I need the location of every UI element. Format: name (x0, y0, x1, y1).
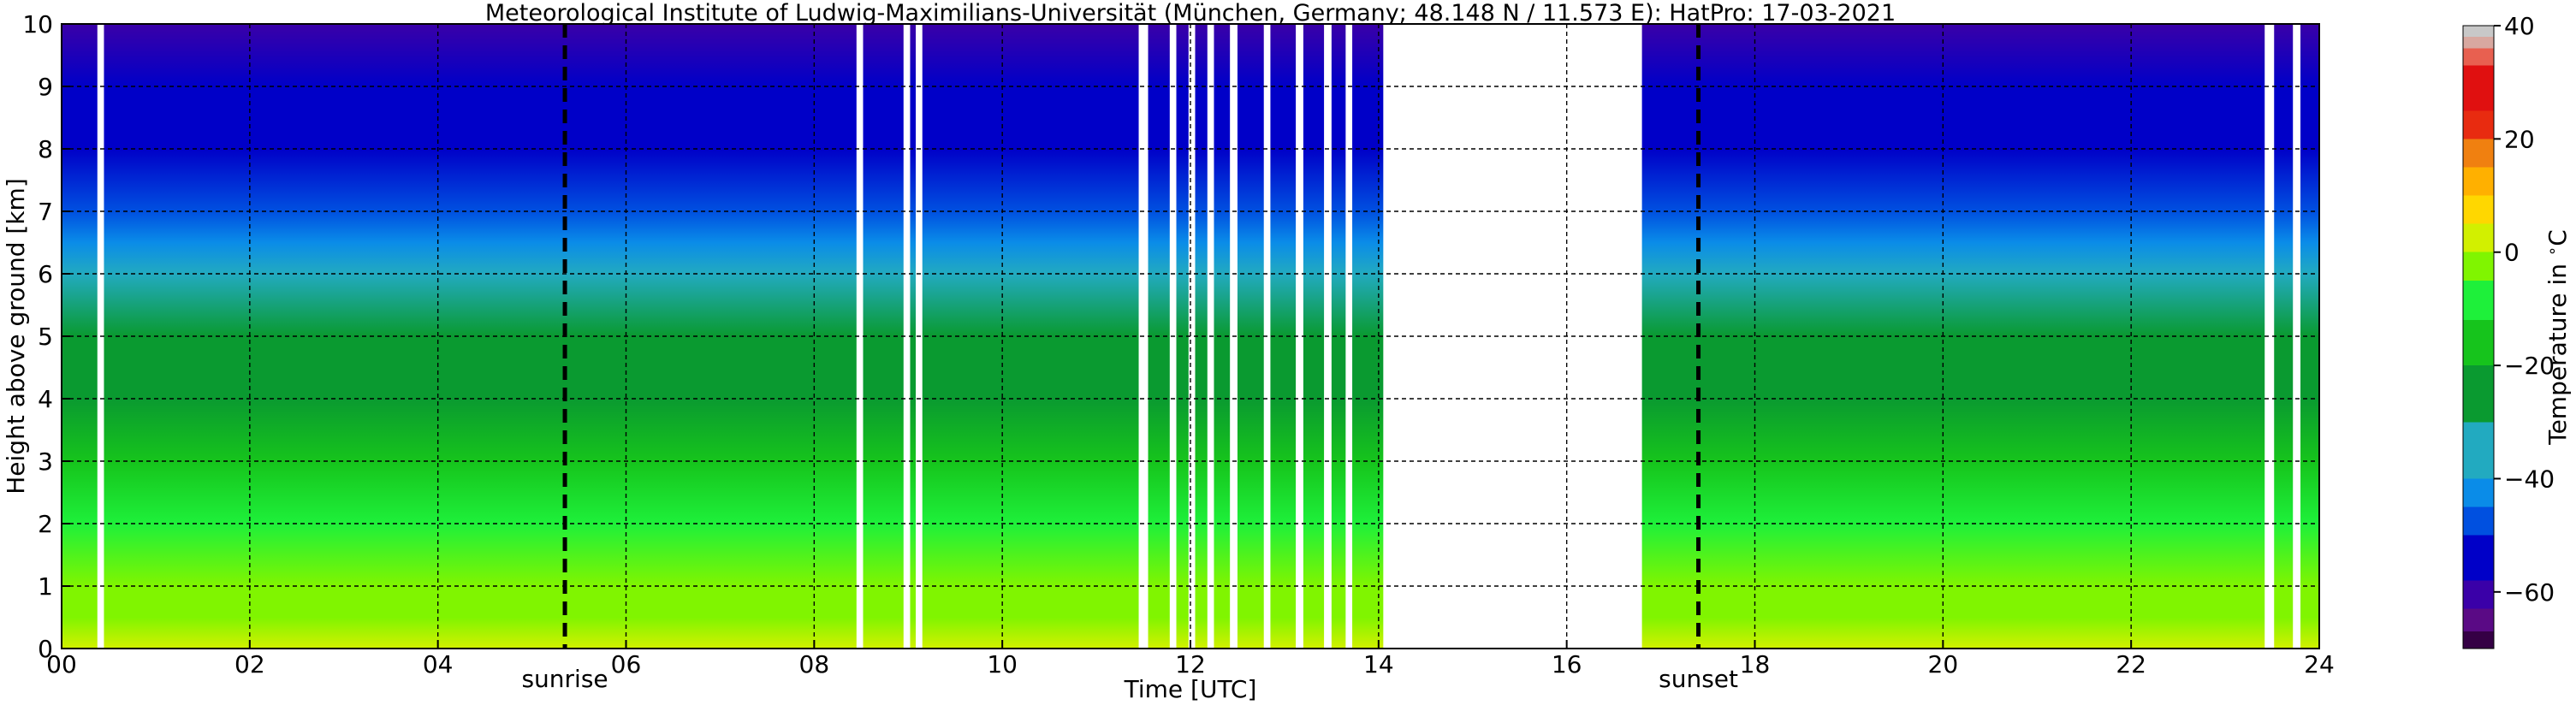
colorbar-tick-label: 0 (2504, 239, 2520, 267)
colorbar-label: Temperature in ∘C (2543, 229, 2572, 446)
colorbar-tick-label: −40 (2504, 465, 2555, 493)
x-tick-label: 22 (2116, 650, 2146, 678)
x-tick-label: 08 (799, 650, 830, 678)
x-tick-label: 18 (1740, 650, 1771, 678)
y-axis-label: Height above ground [km] (2, 178, 30, 495)
y-tick-label: 9 (38, 73, 53, 101)
x-tick-label: 04 (423, 650, 454, 678)
x-tick-label: 14 (1363, 650, 1394, 678)
y-tick-label: 2 (38, 510, 53, 538)
x-tick-label: 06 (611, 650, 642, 678)
colorbar-tick-label: 40 (2504, 12, 2535, 40)
colorbar-tick-label: 20 (2504, 125, 2535, 153)
temperature-heatmap-figure: Meteorological Institute of Ludwig-Maxim… (2, 0, 2572, 703)
colorbar-fill (2462, 25, 2495, 649)
event-label-sunset: sunset (1659, 665, 1738, 693)
y-tick-label: 6 (38, 260, 53, 288)
colorbar-label-text: Temperature in (2543, 256, 2572, 446)
y-tick-label: 8 (38, 135, 53, 163)
x-axis-label: Time [UTC] (1124, 675, 1257, 703)
y-tick-label: 0 (38, 635, 53, 663)
y-tick-label: 1 (38, 572, 53, 601)
x-tick-label: 02 (234, 650, 265, 678)
x-tick-label: 24 (2304, 650, 2335, 678)
x-tick-label: 20 (1928, 650, 1959, 678)
colorbar: −60−40−2002040 Temperature in ∘C (2462, 12, 2572, 649)
x-tick-label: 16 (1552, 650, 1582, 678)
y-tick-label: 3 (38, 447, 53, 476)
colorbar-tick-label: −60 (2504, 578, 2555, 607)
y-tick-label: 5 (38, 323, 53, 351)
y-tick-label: 4 (38, 385, 53, 413)
plot-area (62, 24, 2319, 649)
chart-title: Meteorological Institute of Ludwig-Maxim… (485, 0, 1896, 27)
y-tick-label: 10 (22, 10, 53, 39)
x-tick-label: 10 (987, 650, 1018, 678)
event-label-sunrise: sunrise (521, 665, 608, 693)
y-tick-label: 7 (38, 198, 53, 226)
